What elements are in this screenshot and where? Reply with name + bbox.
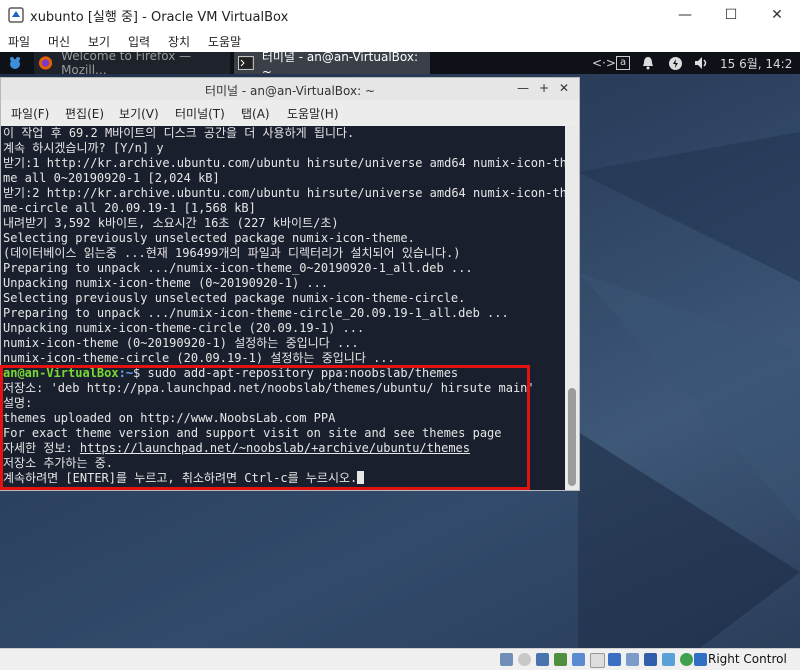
- terminal-line: me all 0~20190920-1 [2,024 kB]: [3, 171, 220, 185]
- host-key-label[interactable]: Right Control: [708, 652, 787, 666]
- window-title: xubunto [실행 중] - Oracle VM VirtualBox: [30, 10, 289, 25]
- terminal-line: Preparing to unpack .../numix-icon-theme…: [3, 306, 509, 320]
- vbox-title-bar: xubunto [실행 중] - Oracle VM VirtualBox — …: [0, 0, 800, 30]
- terminal-icon: [238, 56, 254, 70]
- terminal-line: Unpacking numix-icon-theme (0~20190920-1…: [3, 276, 329, 290]
- terminal-line: 계속 하시겠습니까? [Y/n] y: [3, 141, 164, 155]
- audio-device-icon[interactable]: [536, 653, 549, 666]
- video-capture-icon[interactable]: [626, 653, 639, 666]
- terminal-line: Preparing to unpack .../numix-icon-theme…: [3, 261, 473, 275]
- terminal-close-button[interactable]: ✕: [559, 81, 569, 95]
- usb-icon[interactable]: [572, 653, 585, 666]
- terminal-menu-bar: 파일(F) 편집(E) 보기(V) 터미널(T) 탭(A) 도움말(H): [1, 100, 579, 124]
- menu-view[interactable]: 보기: [88, 33, 110, 50]
- minimize-button[interactable]: —: [662, 0, 708, 30]
- menu-input[interactable]: 입력: [128, 33, 150, 50]
- keyboard-capture-icon[interactable]: [694, 653, 707, 666]
- network-adapter-icon[interactable]: [554, 653, 567, 666]
- virtualbox-icon: [8, 7, 24, 23]
- terminal-menu-help[interactable]: 도움말(H): [287, 105, 339, 122]
- terminal-line: Unpacking numix-icon-theme-circle (20.09…: [3, 321, 365, 335]
- terminal-line: 내려받기 3,592 k바이트, 소요시간 16초 (227 k바이트/초): [3, 216, 339, 230]
- whisker-menu-icon[interactable]: [4, 52, 26, 74]
- display-icon[interactable]: [608, 653, 621, 666]
- terminal-line: numix-icon-theme (0~20190920-1) 설정하는 중입니…: [3, 336, 359, 350]
- hard-disk-icon[interactable]: [500, 653, 513, 666]
- virtualization-icon[interactable]: [662, 653, 675, 666]
- mouse-integration-icon[interactable]: [680, 653, 693, 666]
- terminal-menu-file[interactable]: 파일(F): [11, 105, 49, 122]
- guest-screen[interactable]: Welcome to Firefox — Mozill... 터미널 - an@…: [0, 52, 800, 648]
- optical-drive-icon[interactable]: [518, 653, 531, 666]
- terminal-line: Selecting previously unselected package …: [3, 291, 466, 305]
- terminal-scrollbar[interactable]: [565, 126, 579, 490]
- cpu-icon[interactable]: [644, 653, 657, 666]
- terminal-maximize-button[interactable]: +: [539, 81, 549, 95]
- menu-devices[interactable]: 장치: [168, 33, 190, 50]
- scrollbar-thumb[interactable]: [568, 388, 576, 486]
- terminal-menu-tabs[interactable]: 탭(A): [241, 105, 270, 122]
- terminal-minimize-button[interactable]: —: [517, 81, 529, 95]
- menu-machine[interactable]: 머신: [48, 33, 70, 50]
- firefox-icon: [38, 56, 53, 70]
- keyboard-layout-icon[interactable]: a: [616, 52, 631, 74]
- terminal-line: Selecting previously unselected package …: [3, 231, 415, 245]
- terminal-line: me-circle all 20.09.19-1 [1,568 kB]: [3, 201, 256, 215]
- terminal-line: 이 작업 후 69.2 M바이트의 디스크 공간을 더 사용하게 됩니다.: [3, 126, 355, 140]
- shared-folders-icon[interactable]: [590, 653, 605, 668]
- terminal-line: numix-icon-theme-circle (20.09.19-1) 설정하…: [3, 351, 395, 365]
- terminal-title: 터미널 - an@an-VirtualBox: ~: [204, 84, 376, 98]
- audio-icon[interactable]: [694, 52, 709, 74]
- task-terminal[interactable]: 터미널 - an@an-VirtualBox: ~: [234, 52, 430, 79]
- network-icon[interactable]: <·>: [592, 52, 616, 74]
- terminal-menu-terminal[interactable]: 터미널(T): [175, 105, 225, 122]
- xfce-panel: Welcome to Firefox — Mozill... 터미널 - an@…: [0, 52, 800, 79]
- task-firefox[interactable]: Welcome to Firefox — Mozill...: [34, 52, 230, 77]
- notification-bell-icon[interactable]: [641, 52, 655, 74]
- terminal-title-bar[interactable]: 터미널 - an@an-VirtualBox: ~ — + ✕: [1, 78, 579, 100]
- highlight-box: [0, 365, 530, 490]
- menu-file[interactable]: 파일: [8, 33, 30, 50]
- terminal-menu-edit[interactable]: 편집(E): [65, 105, 104, 122]
- close-button[interactable]: ✕: [754, 0, 800, 30]
- terminal-line: (데이터베이스 읽는중 ...현재 196499개의 파일과 디렉터리가 설치되…: [3, 246, 461, 260]
- power-icon[interactable]: [668, 52, 683, 74]
- vbox-menu-bar: 파일 머신 보기 입력 장치 도움말: [0, 30, 800, 52]
- clock[interactable]: 15 6월, 14:2: [720, 52, 792, 74]
- terminal-line: 받기:1 http://kr.archive.ubuntu.com/ubuntu…: [3, 156, 565, 170]
- maximize-button[interactable]: ☐: [708, 0, 754, 30]
- vbox-status-bar: Right Control: [0, 648, 800, 670]
- terminal-line: 받기:2 http://kr.archive.ubuntu.com/ubuntu…: [3, 186, 565, 200]
- terminal-menu-view[interactable]: 보기(V): [119, 105, 159, 122]
- menu-help[interactable]: 도움말: [208, 33, 241, 50]
